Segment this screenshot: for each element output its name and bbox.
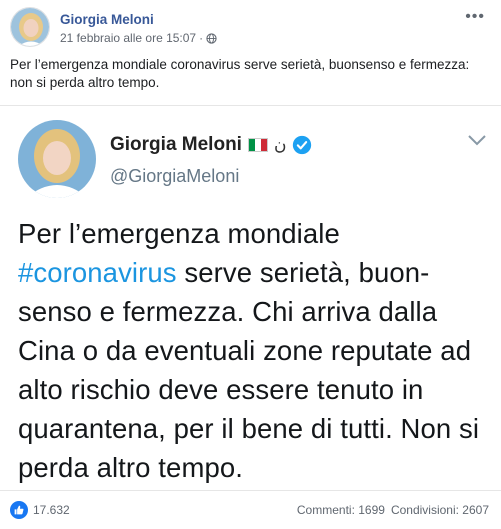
chevron-down-icon	[468, 135, 486, 146]
shares-count[interactable]: Condivisioni: 2607	[391, 503, 489, 517]
verified-badge-icon	[293, 135, 312, 155]
tweet-text-start: Per l’emergenza mondiale	[18, 218, 340, 249]
post-text: Per l’emergenza mondiale coronavirus ser…	[10, 57, 470, 90]
tweet-author-name: Giorgia Meloni	[110, 134, 242, 155]
tweet-handle: @GiorgiaMeloni	[110, 166, 240, 186]
post-header: Giorgia Meloni 21 febbraio alle ore 15:0…	[10, 4, 491, 48]
comments-count[interactable]: Commenti: 1699	[297, 503, 385, 517]
post-footer: 17.632 Commenti: 1699 Condivisioni: 2607	[0, 491, 501, 529]
tweet-screenshot: Giorgia Meloni ن @GiorgiaMeloni Per l’em…	[0, 105, 501, 491]
meta-separator: ·	[199, 31, 204, 45]
tweet-text-end: serve serietà, buon-senso e fermezza. Ch…	[18, 257, 480, 483]
engagement-counts: Commenti: 1699 Condivisioni: 2607	[297, 503, 489, 517]
italy-flag-icon	[247, 138, 268, 152]
likes-count: 17.632	[33, 503, 70, 517]
tweet-extra-symbol: ن	[273, 135, 287, 154]
tweet-author: Giorgia Meloni ن	[110, 134, 312, 156]
author-name[interactable]: Giorgia Meloni	[60, 12, 154, 27]
globe-icon	[206, 32, 217, 44]
post-timestamp[interactable]: 21 febbraio alle ore 15:07	[60, 31, 196, 45]
like-icon	[10, 501, 28, 519]
more-options-icon[interactable]: •••	[465, 8, 485, 26]
author-avatar[interactable]	[10, 7, 50, 47]
tweet-hashtag: #coronavirus	[18, 257, 177, 288]
tweet-avatar	[18, 120, 96, 198]
reactions[interactable]: 17.632	[10, 501, 70, 519]
post-meta: 21 febbraio alle ore 15:07 ·	[60, 31, 217, 45]
tweet-text: Per l’emergenza mondiale #coronavirus se…	[18, 214, 488, 487]
